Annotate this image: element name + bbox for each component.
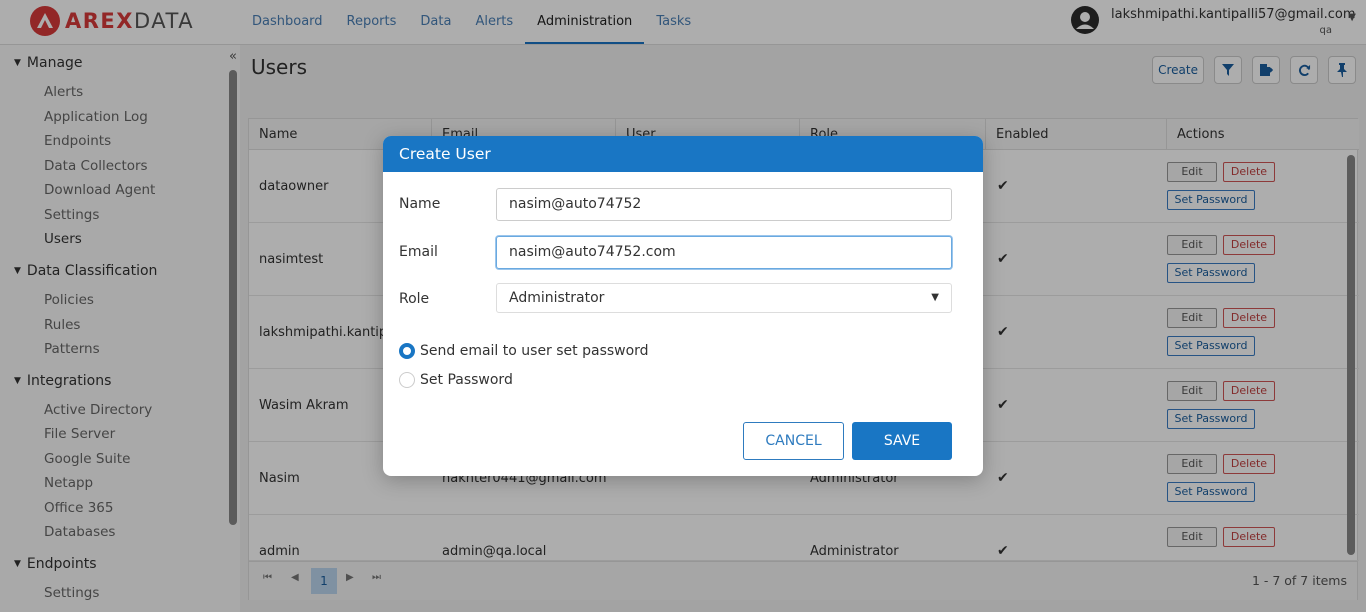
radio-selected-icon[interactable] <box>399 343 415 359</box>
radio-set-password[interactable]: Set Password <box>399 372 513 388</box>
radio-set-password-label: Set Password <box>420 372 513 388</box>
chevron-down-icon: ▼ <box>931 292 939 303</box>
radio-unselected-icon[interactable] <box>399 372 415 388</box>
radio-send-email-label: Send email to user set password <box>420 343 649 359</box>
role-select[interactable]: Administrator ▼ <box>496 283 952 313</box>
cancel-button[interactable]: CANCEL <box>743 422 844 460</box>
email-label: Email <box>399 244 438 260</box>
email-field[interactable]: nasim@auto74752.com <box>496 236 952 269</box>
create-user-dialog: Create User Name nasim@auto74752 Email n… <box>383 136 983 476</box>
save-button[interactable]: SAVE <box>852 422 952 460</box>
name-label: Name <box>399 196 441 212</box>
role-select-value: Administrator <box>509 290 605 306</box>
name-field[interactable]: nasim@auto74752 <box>496 188 952 221</box>
dialog-title: Create User <box>383 136 983 172</box>
radio-send-email[interactable]: Send email to user set password <box>399 343 649 359</box>
role-label: Role <box>399 291 430 307</box>
